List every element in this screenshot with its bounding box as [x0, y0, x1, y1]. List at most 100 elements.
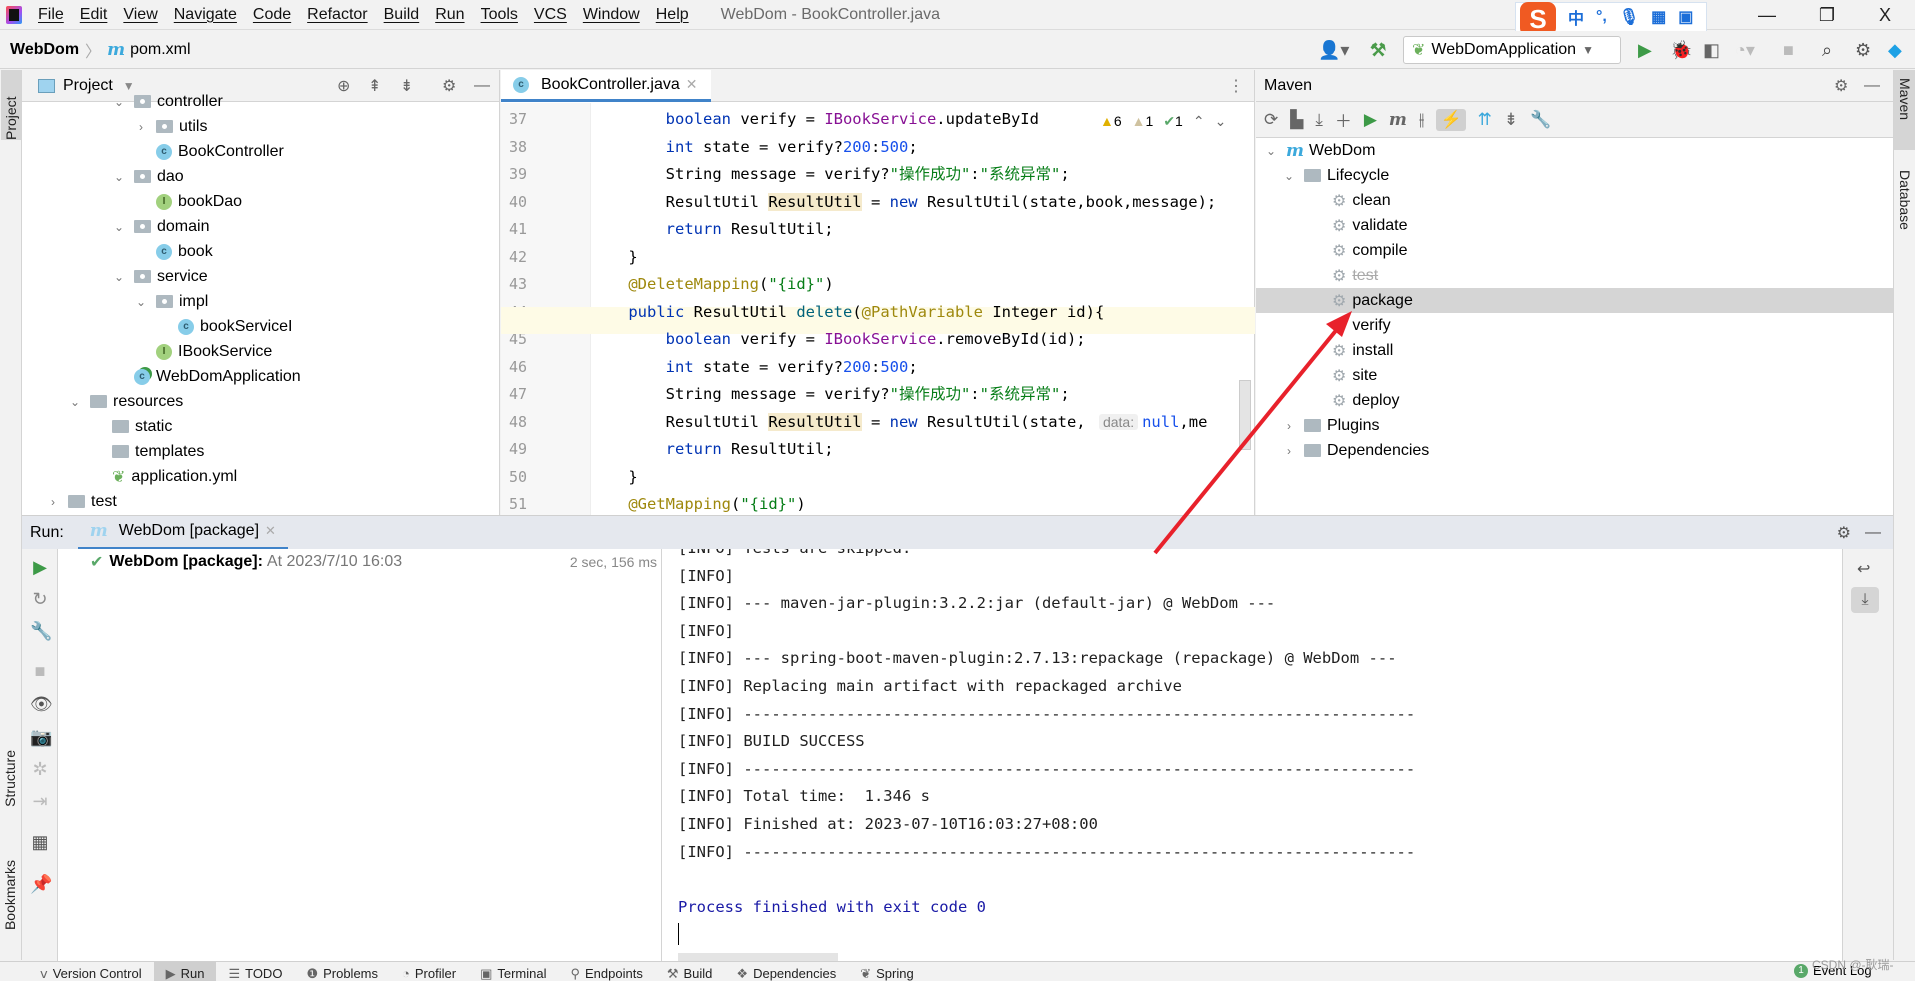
- project-tree-item[interactable]: ⌄ resources: [22, 389, 499, 414]
- add-project-icon[interactable]: ＋: [1335, 107, 1352, 132]
- tool-tab-maven[interactable]: Maven: [1894, 70, 1915, 150]
- collapse-all-icon[interactable]: ⇟: [1504, 110, 1518, 130]
- console-hscrollbar[interactable]: [678, 953, 838, 961]
- tool-window-terminal[interactable]: ▣ Terminal: [468, 962, 558, 981]
- search-icon[interactable]: ⌕: [1822, 40, 1832, 60]
- project-tree-item[interactable]: c WebDomApplication: [22, 364, 499, 389]
- menu-tools[interactable]: Tools: [473, 6, 526, 24]
- tool-window-run[interactable]: ▶ Run: [153, 962, 217, 981]
- more-options-icon[interactable]: ⋮: [1228, 76, 1244, 96]
- typo-count[interactable]: ✔1: [1163, 113, 1183, 130]
- chevron-right-icon[interactable]: ›: [134, 120, 148, 134]
- project-tree-item[interactable]: › utils: [22, 114, 499, 139]
- chevron-down-icon[interactable]: ⌄: [112, 170, 126, 184]
- next-highlight-icon[interactable]: ⌄: [1215, 113, 1227, 130]
- stop-icon[interactable]: ■: [1783, 40, 1794, 60]
- previous-highlight-icon[interactable]: ⌃: [1193, 113, 1205, 130]
- code-line[interactable]: boolean verify = IBookService.removeById…: [591, 326, 1254, 354]
- code-line[interactable]: }: [591, 244, 1254, 272]
- chevron-right-icon[interactable]: ›: [46, 495, 60, 509]
- code-line[interactable]: public ResultUtil delete(@PathVariable I…: [591, 299, 1254, 327]
- ime-punctuation[interactable]: °,: [1596, 8, 1607, 26]
- tool-window-spring[interactable]: ❦ Spring: [848, 962, 925, 981]
- menu-build[interactable]: Build: [376, 6, 428, 24]
- chevron-down-icon[interactable]: ⌄: [112, 95, 126, 109]
- lifecycle-goal-site[interactable]: ⚙ site: [1256, 363, 1893, 388]
- tool-window-endpoints[interactable]: ⚲ Endpoints: [558, 962, 654, 981]
- tool-window-dependencies[interactable]: ❖ Dependencies: [724, 962, 848, 981]
- tab-bookcontroller[interactable]: c BookController.java ✕: [501, 70, 711, 102]
- ime-toolbar[interactable]: S 中 °, 🎙 ▦ ▣: [1515, 2, 1707, 36]
- chevron-down-icon[interactable]: ⌄: [112, 270, 126, 284]
- code-line[interactable]: }: [591, 464, 1254, 492]
- run-maven-icon[interactable]: ▶: [1364, 110, 1377, 130]
- warning-count[interactable]: ▲6: [1100, 113, 1122, 130]
- menu-edit[interactable]: Edit: [72, 6, 116, 24]
- hide-icon[interactable]: —: [1865, 524, 1881, 542]
- tool-tab-project[interactable]: Project: [1, 70, 21, 140]
- chevron-right-icon[interactable]: ›: [1282, 419, 1296, 433]
- import-icon[interactable]: ⇥: [30, 791, 50, 812]
- tool-window-problems[interactable]: ❶ Problems: [294, 962, 390, 981]
- gear-icon[interactable]: ⚙: [1837, 523, 1851, 543]
- project-tree-item[interactable]: templates: [22, 439, 499, 464]
- coverage-icon[interactable]: ◧: [1703, 40, 1720, 60]
- hide-icon[interactable]: —: [1864, 77, 1880, 95]
- chevron-down-icon[interactable]: ⌄: [134, 295, 148, 309]
- layout-icon[interactable]: ▦: [30, 832, 50, 853]
- menu-vcs[interactable]: VCS: [526, 6, 575, 24]
- close-tab-icon[interactable]: ✕: [686, 76, 698, 93]
- run-result-row[interactable]: ✔ WebDom [package]: At 2023/7/10 16:03 2…: [58, 549, 661, 575]
- menu-view[interactable]: View: [115, 6, 165, 24]
- camera-icon[interactable]: 📷: [30, 727, 52, 748]
- show-dependencies-icon[interactable]: ⇈: [1478, 110, 1492, 130]
- menu-run[interactable]: Run: [427, 6, 472, 24]
- project-tree-item[interactable]: c book: [22, 239, 499, 264]
- code-line[interactable]: String message = verify?"操作成功":"系统异常";: [591, 161, 1254, 189]
- keyboard-icon[interactable]: ▦: [1651, 7, 1666, 27]
- scroll-to-end-icon[interactable]: ⤓: [1851, 587, 1879, 613]
- project-tree-item[interactable]: IbookDao: [22, 189, 499, 214]
- lifecycle-goal-test[interactable]: ⚙ test: [1256, 263, 1893, 288]
- chevron-down-icon[interactable]: ⌄: [68, 395, 82, 409]
- menu-refactor[interactable]: Refactor: [299, 6, 375, 24]
- gear-icon[interactable]: ⚙: [1834, 76, 1848, 96]
- download-icon[interactable]: ⤓: [1315, 110, 1323, 130]
- code-line[interactable]: String message = verify?"操作成功":"系统异常";: [591, 381, 1254, 409]
- apps-icon[interactable]: ▣: [1678, 7, 1693, 27]
- project-tree-item[interactable]: ⌄ dao: [22, 164, 499, 189]
- run-tab-webdom-package[interactable]: m WebDom [package] ✕: [77, 516, 288, 550]
- settings-wrench-icon[interactable]: 🔧: [1530, 110, 1551, 130]
- chevron-down-icon[interactable]: ⌄: [1264, 144, 1278, 158]
- maven-project-row[interactable]: ⌄ m WebDom: [1256, 138, 1893, 163]
- run-icon[interactable]: ▶: [1638, 40, 1652, 60]
- lifecycle-goal-deploy[interactable]: ⚙ deploy: [1256, 388, 1893, 413]
- lifecycle-goal-compile[interactable]: ⚙ compile: [1256, 238, 1893, 263]
- breadcrumb-file[interactable]: pom.xml: [130, 41, 190, 59]
- dependencies-row[interactable]: › Dependencies: [1256, 438, 1893, 463]
- chevron-down-icon[interactable]: ⌄: [1282, 169, 1296, 183]
- tool-tab-structure[interactable]: Structure: [2, 750, 18, 807]
- tool-tab-bookmarks[interactable]: Bookmarks: [2, 860, 18, 930]
- minimize-button[interactable]: —: [1737, 0, 1797, 30]
- console-output[interactable]: [INFO] Tests are skipped. [INFO] [INFO] --…: [662, 549, 1842, 961]
- pin-icon[interactable]: 📌: [30, 874, 52, 895]
- user-icon[interactable]: 👤▾: [1318, 40, 1349, 60]
- breadcrumb-project[interactable]: WebDom: [10, 41, 79, 59]
- project-tree-item[interactable]: c BookController: [22, 139, 499, 164]
- toggle-offline-icon[interactable]: ⫲: [1419, 110, 1425, 130]
- code-line[interactable]: @DeleteMapping("{id}"): [591, 271, 1254, 299]
- project-tree-item[interactable]: static: [22, 414, 499, 439]
- jetbrains-toolbox-icon[interactable]: ◆: [1888, 40, 1902, 60]
- editor-scrollbar-thumb[interactable]: [1239, 380, 1251, 450]
- tool-window-todo[interactable]: ☰ TODO: [216, 962, 294, 981]
- project-tree-item[interactable]: ⌄ domain: [22, 214, 499, 239]
- rerun-icon[interactable]: ▶: [30, 557, 50, 578]
- generate-sources-icon[interactable]: ▙: [1290, 110, 1303, 130]
- gear-icon[interactable]: ⚙: [1855, 40, 1871, 60]
- code-line[interactable]: ResultUtil ResultUtil = new ResultUtil(s…: [591, 409, 1254, 437]
- tool-window-build[interactable]: ⚒ Build: [655, 962, 725, 981]
- project-tree-item[interactable]: c bookServiceI: [22, 314, 499, 339]
- close-tab-icon[interactable]: ✕: [265, 523, 276, 539]
- run-config-selector[interactable]: ❦ WebDomApplication ▼: [1403, 36, 1621, 64]
